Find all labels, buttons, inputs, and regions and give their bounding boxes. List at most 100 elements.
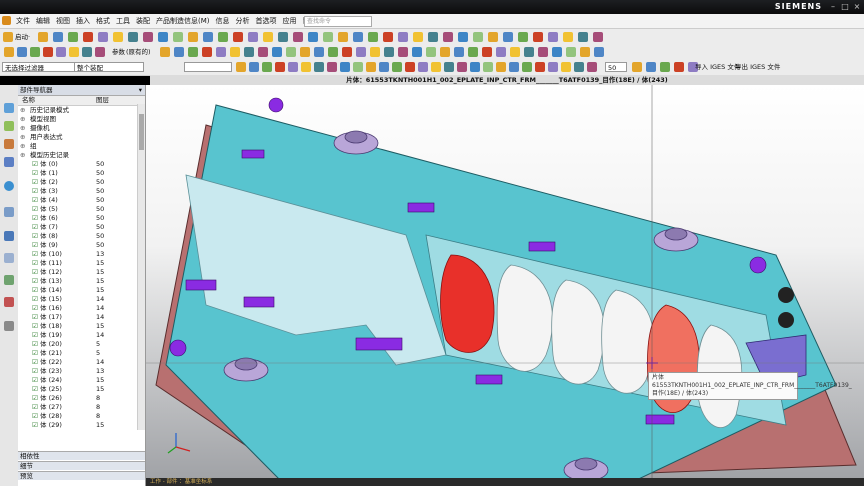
body-row[interactable]: ☑ 体 (14) 15	[18, 286, 136, 295]
web-browser-icon[interactable]	[4, 181, 14, 191]
snap-command-icon[interactable]	[574, 62, 584, 72]
snap-command-icon[interactable]	[587, 62, 597, 72]
expand-icon[interactable]: ⊕	[20, 106, 25, 115]
body-row[interactable]: ☑ 体 (9) 50	[18, 241, 136, 250]
visibility-checkbox-icon[interactable]: ☑	[32, 205, 38, 214]
export-iges-button[interactable]: 导出 IGES 文件	[735, 62, 780, 72]
snap-command-icon[interactable]	[236, 62, 246, 72]
panel-dependencies[interactable]: 相依性	[18, 451, 145, 460]
toolbar2-command-icon[interactable]	[412, 47, 422, 57]
toolbar1-command-icon[interactable]	[548, 32, 558, 42]
command-search-input[interactable]: 查找命令	[304, 16, 372, 27]
toolbar2-command-icon[interactable]	[328, 47, 338, 57]
body-row[interactable]: ☑ 体 (27) 8	[18, 403, 136, 412]
toolbar1-command-icon[interactable]	[413, 32, 423, 42]
body-row[interactable]: ☑ 体 (18) 15	[18, 322, 136, 331]
constraint-navigator-icon[interactable]	[4, 139, 14, 149]
body-row[interactable]: ☑ 体 (17) 14	[18, 313, 136, 322]
toolbar2-command-icon[interactable]	[258, 47, 268, 57]
body-row[interactable]: ☑ 体 (12) 15	[18, 268, 136, 277]
expand-icon[interactable]: ⊕	[20, 133, 25, 142]
menu-item-0[interactable]: 文件	[13, 14, 33, 28]
body-row[interactable]: ☑ 体 (23) 13	[18, 367, 136, 376]
body-row[interactable]: ☑ 体 (22) 14	[18, 358, 136, 367]
start-button[interactable]: 启动·	[15, 32, 30, 42]
toolbar2-command-icon[interactable]	[580, 47, 590, 57]
toolbar1-command-icon[interactable]	[68, 32, 78, 42]
toolbar1-command-icon[interactable]	[83, 32, 93, 42]
column-name[interactable]: 名称	[22, 96, 35, 105]
navigator-close-icon[interactable]: ▾	[139, 85, 142, 95]
toolbar2-command-icon[interactable]	[244, 47, 254, 57]
snap-command-icon[interactable]	[379, 62, 389, 72]
app-logo-icon[interactable]	[2, 16, 11, 25]
body-row[interactable]: ☑ 体 (2) 50	[18, 178, 136, 187]
snap-command-icon[interactable]	[470, 62, 480, 72]
snap-command-icon[interactable]	[262, 62, 272, 72]
snap-command-icon[interactable]	[444, 62, 454, 72]
toolbar2-command-icon[interactable]	[216, 47, 226, 57]
toolbar2-command-icon[interactable]	[496, 47, 506, 57]
snap-command-icon[interactable]	[405, 62, 415, 72]
toolbar2-command-icon[interactable]	[160, 47, 170, 57]
toolbar2-command-icon[interactable]	[202, 47, 212, 57]
toolbar1-command-icon[interactable]	[278, 32, 288, 42]
toolbar2-command-icon[interactable]	[272, 47, 282, 57]
visibility-checkbox-icon[interactable]: ☑	[32, 187, 38, 196]
visibility-checkbox-icon[interactable]: ☑	[32, 403, 38, 412]
toolbar1-command-icon[interactable]	[53, 32, 63, 42]
body-row[interactable]: ☑ 体 (26) 8	[18, 394, 136, 403]
toolbar1-command-icon[interactable]	[518, 32, 528, 42]
panel-preview[interactable]: 预览	[18, 471, 145, 480]
system-scene-icon[interactable]	[4, 297, 14, 307]
toolbar2-command-icon[interactable]	[566, 47, 576, 57]
view-command-icon[interactable]	[646, 62, 656, 72]
history-icon[interactable]	[4, 207, 14, 217]
body-row[interactable]: ☑ 体 (29) 15	[18, 421, 136, 430]
toolbar1-command-icon[interactable]	[218, 32, 228, 42]
toolbar1-command-icon[interactable]	[98, 32, 108, 42]
toolbar1-command-icon[interactable]	[263, 32, 273, 42]
visibility-checkbox-icon[interactable]: ☑	[32, 214, 38, 223]
expand-icon[interactable]: ⊕	[20, 124, 25, 133]
visibility-checkbox-icon[interactable]: ☑	[32, 232, 38, 241]
toolbar1-command-icon[interactable]	[128, 32, 138, 42]
tree-node[interactable]: ⊕ 组	[18, 142, 136, 151]
column-layer[interactable]: 图层	[96, 96, 109, 105]
body-row[interactable]: ☑ 体 (3) 50	[18, 187, 136, 196]
toolbar1-command-icon[interactable]	[578, 32, 588, 42]
snap-command-icon[interactable]	[561, 62, 571, 72]
toolbar1-command-icon[interactable]	[323, 32, 333, 42]
toolbar1-command-icon[interactable]	[503, 32, 513, 42]
close-button[interactable]: ×	[852, 2, 862, 11]
snap-command-icon[interactable]	[535, 62, 545, 72]
system-materials-icon[interactable]	[4, 231, 14, 241]
scroll-thumb[interactable]	[139, 114, 144, 150]
body-row[interactable]: ☑ 体 (0) 50	[18, 160, 136, 169]
snap-command-icon[interactable]	[327, 62, 337, 72]
toolbar1-command-icon[interactable]	[293, 32, 303, 42]
toolbar2-command-icon[interactable]	[342, 47, 352, 57]
toolbar2-left-command-icon[interactable]	[30, 47, 40, 57]
graphics-viewport[interactable]	[146, 85, 864, 486]
toolbar1-command-icon[interactable]	[248, 32, 258, 42]
toolbar2-left-command-icon[interactable]	[56, 47, 66, 57]
toolbar2-command-icon[interactable]	[314, 47, 324, 57]
visibility-checkbox-icon[interactable]: ☑	[32, 394, 38, 403]
view-command-icon[interactable]	[674, 62, 684, 72]
snap-command-icon[interactable]	[353, 62, 363, 72]
visibility-checkbox-icon[interactable]: ☑	[32, 250, 38, 259]
body-row[interactable]: ☑ 体 (28) 8	[18, 412, 136, 421]
visibility-checkbox-icon[interactable]: ☑	[32, 286, 38, 295]
toolbar1-command-icon[interactable]	[593, 32, 603, 42]
body-row[interactable]: ☑ 体 (1) 50	[18, 169, 136, 178]
toolbar2-left-command-icon[interactable]	[17, 47, 27, 57]
snap-command-icon[interactable]	[431, 62, 441, 72]
visibility-checkbox-icon[interactable]: ☑	[32, 304, 38, 313]
visibility-checkbox-icon[interactable]: ☑	[32, 376, 38, 385]
toolbar2-command-icon[interactable]	[300, 47, 310, 57]
toolbar2-command-icon[interactable]	[482, 47, 492, 57]
toolbar2-left-command-icon[interactable]	[69, 47, 79, 57]
visibility-checkbox-icon[interactable]: ☑	[32, 241, 38, 250]
snap-command-icon[interactable]	[457, 62, 467, 72]
